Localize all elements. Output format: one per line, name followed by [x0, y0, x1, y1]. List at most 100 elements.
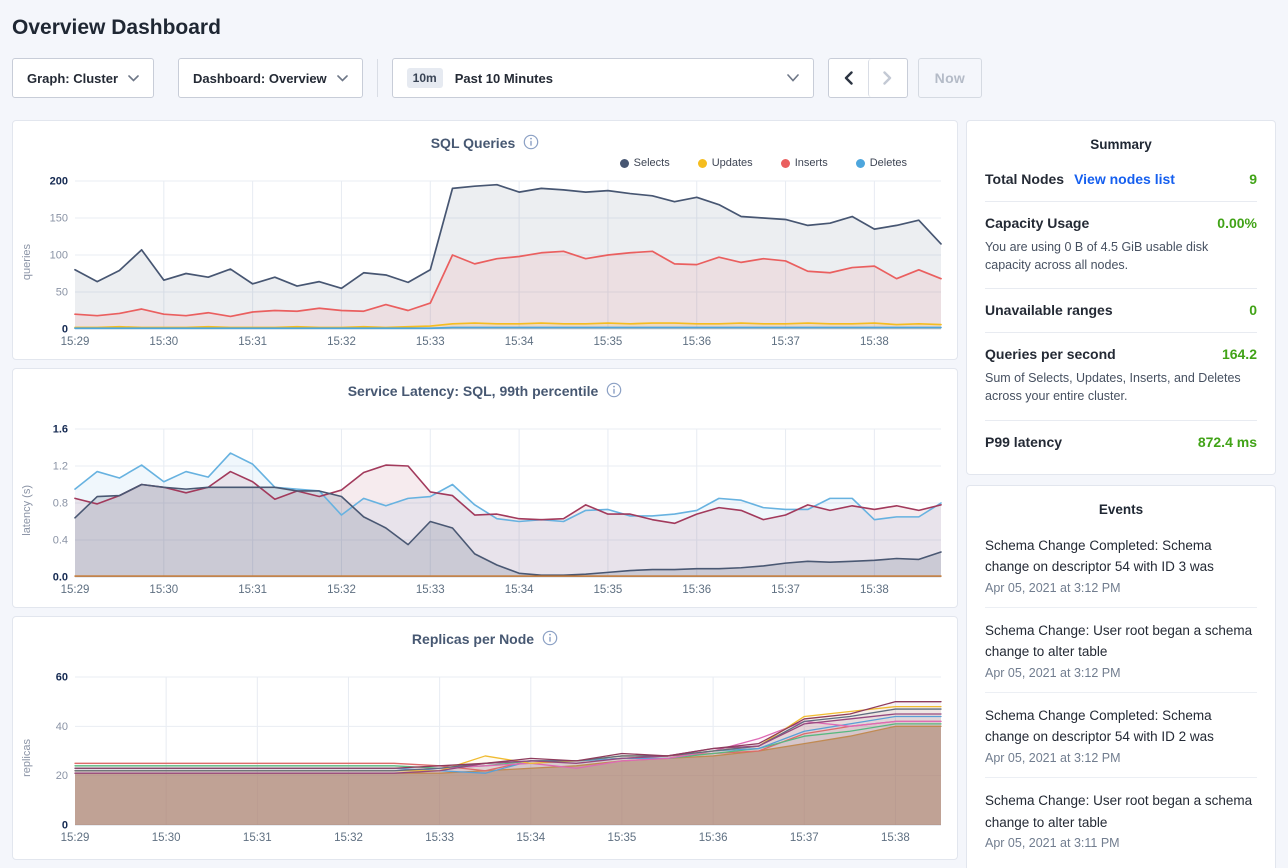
now-button[interactable]: Now: [918, 58, 982, 98]
summary-row-queries-per-second: Queries per second 164.2 Sum of Selects,…: [985, 333, 1257, 420]
x-axis-tick-label: 15:32: [334, 832, 363, 844]
summary-panel: Summary Total Nodes View nodes list 9 Ca…: [966, 120, 1276, 475]
summary-row-p99-latency: P99 latency 872.4 ms: [985, 421, 1257, 464]
legend-dot-icon: [620, 159, 629, 168]
events-title: Events: [985, 502, 1257, 523]
events-panel: Events Schema Change Completed: Schema c…: [966, 485, 1276, 868]
y-axis-tick-label: 1.6: [53, 424, 68, 436]
time-range-label: Past 10 Minutes: [455, 71, 553, 86]
time-range-picker[interactable]: 10m Past 10 Minutes: [392, 58, 814, 98]
event-timestamp: Apr 05, 2021 at 3:11 PM: [985, 836, 1257, 850]
x-axis-tick-label: 15:33: [416, 584, 445, 596]
page-title: Overview Dashboard: [12, 16, 1276, 40]
time-prev-button[interactable]: [829, 59, 868, 97]
legend-item: Selects: [620, 157, 670, 169]
x-axis-tick-label: 15:38: [860, 336, 889, 348]
event-list-item[interactable]: Schema Change Completed: Schema change o…: [985, 693, 1257, 778]
summary-value: 0.00%: [1217, 215, 1257, 231]
chart-card-sql-queries: SQL Queries Selects Updates Inserts Deletes…: [12, 120, 958, 360]
x-axis-tick-label: 15:34: [516, 832, 545, 844]
toolbar: Graph: Cluster Dashboard: Overview 10m P…: [12, 58, 1276, 98]
x-axis-tick-label: 15:31: [243, 832, 272, 844]
info-icon[interactable]: [606, 382, 622, 401]
view-nodes-list-link[interactable]: View nodes list: [1074, 171, 1175, 187]
chart-legend: Selects Updates Inserts Deletes: [13, 153, 957, 173]
legend-label: Deletes: [870, 157, 907, 169]
x-axis-tick-label: 15:30: [149, 584, 178, 596]
y-axis-tick-label: 0.0: [53, 572, 68, 584]
chart-card-service-latency: Service Latency: SQL, 99th percentile la…: [12, 368, 958, 608]
dashboard-dropdown-label: Dashboard: Overview: [193, 71, 327, 86]
y-axis-tick-label: 0: [62, 324, 68, 336]
chevron-down-icon: [787, 74, 799, 82]
x-axis-tick-label: 15:34: [505, 584, 534, 596]
y-axis-tick-label: 50: [56, 287, 68, 299]
chevron-right-icon: [883, 71, 892, 85]
x-axis-tick-label: 15:31: [238, 336, 267, 348]
x-axis-tick-label: 15:35: [594, 584, 623, 596]
event-timestamp: Apr 05, 2021 at 3:12 PM: [985, 751, 1257, 765]
legend-item: Inserts: [781, 157, 828, 169]
series-line-Deletes: [75, 328, 941, 329]
graph-dropdown[interactable]: Graph: Cluster: [12, 58, 154, 98]
event-text: Schema Change: User root began a schema …: [985, 790, 1257, 833]
y-axis-tick-label: 0.4: [53, 535, 68, 547]
chart-legend: [13, 401, 957, 421]
x-axis-tick-label: 15:36: [699, 832, 728, 844]
summary-row-total-nodes: Total Nodes View nodes list 9: [985, 158, 1257, 202]
y-axis-tick-label: 100: [50, 250, 68, 262]
y-axis-tick-label: 60: [56, 672, 68, 684]
chevron-down-icon: [337, 75, 348, 82]
summary-description: Sum of Selects, Updates, Inserts, and De…: [985, 369, 1257, 405]
event-list-item[interactable]: Schema Change: User root began a schema …: [985, 608, 1257, 693]
event-list-item[interactable]: Schema Change: User root began a schema …: [985, 778, 1257, 862]
x-axis-tick-label: 15:32: [327, 336, 356, 348]
chart-title: Replicas per Node: [412, 631, 534, 647]
chart-card-replicas-per-node: Replicas per Node replicas 15:2915:3015:…: [12, 616, 958, 860]
legend-dot-icon: [856, 159, 865, 168]
dashboard-dropdown[interactable]: Dashboard: Overview: [178, 58, 363, 98]
content: SQL Queries Selects Updates Inserts Deletes…: [12, 120, 1276, 868]
summary-description: You are using 0 B of 4.5 GiB usable disk…: [985, 238, 1257, 274]
x-axis-tick-label: 15:30: [149, 336, 178, 348]
toolbar-divider: [377, 59, 378, 97]
chart-title: Service Latency: SQL, 99th percentile: [348, 383, 599, 399]
x-axis-tick-label: 15:29: [61, 584, 90, 596]
x-axis-tick-label: 15:37: [771, 584, 800, 596]
summary-label: Unavailable ranges: [985, 302, 1113, 318]
summary-value: 0: [1249, 302, 1257, 318]
summary-label: Queries per second: [985, 346, 1116, 362]
event-timestamp: Apr 05, 2021 at 3:12 PM: [985, 666, 1257, 680]
sql-queries-chart-plot: 15:2915:3015:3115:3215:3315:3415:3515:36…: [35, 173, 951, 351]
legend-dot-icon: [781, 159, 790, 168]
summary-label: Total Nodes: [985, 171, 1064, 187]
time-nav-group: [828, 58, 908, 98]
summary-value: 872.4 ms: [1198, 434, 1257, 450]
time-next-button[interactable]: [868, 59, 907, 97]
y-axis-tick-label: 0: [62, 820, 68, 832]
chevron-down-icon: [128, 75, 139, 82]
summary-label: Capacity Usage: [985, 215, 1089, 231]
x-axis-tick-label: 15:37: [790, 832, 819, 844]
info-icon[interactable]: [523, 134, 539, 153]
event-text: Schema Change Completed: Schema change o…: [985, 705, 1257, 748]
event-list-item[interactable]: Schema Change Completed: Schema change o…: [985, 523, 1257, 608]
y-axis-unit-label: queries: [21, 244, 33, 280]
x-axis-tick-label: 15:38: [860, 584, 889, 596]
summary-label: P99 latency: [985, 434, 1062, 450]
x-axis-tick-label: 15:37: [771, 336, 800, 348]
chart-title: SQL Queries: [431, 135, 516, 151]
x-axis-tick-label: 15:29: [61, 832, 90, 844]
legend-item: Updates: [698, 157, 753, 169]
x-axis-tick-label: 15:35: [608, 832, 637, 844]
legend-item: Deletes: [856, 157, 907, 169]
y-axis-unit-label: replicas: [21, 739, 33, 777]
summary-row-capacity-usage: Capacity Usage 0.00% You are using 0 B o…: [985, 202, 1257, 289]
legend-label: Updates: [712, 157, 753, 169]
summary-value: 164.2: [1222, 346, 1257, 362]
info-icon[interactable]: [542, 630, 558, 649]
summary-value: 9: [1249, 171, 1257, 187]
summary-row-unavailable-ranges: Unavailable ranges 0: [985, 289, 1257, 333]
legend-dot-icon: [698, 159, 707, 168]
chart-legend: [13, 649, 957, 669]
